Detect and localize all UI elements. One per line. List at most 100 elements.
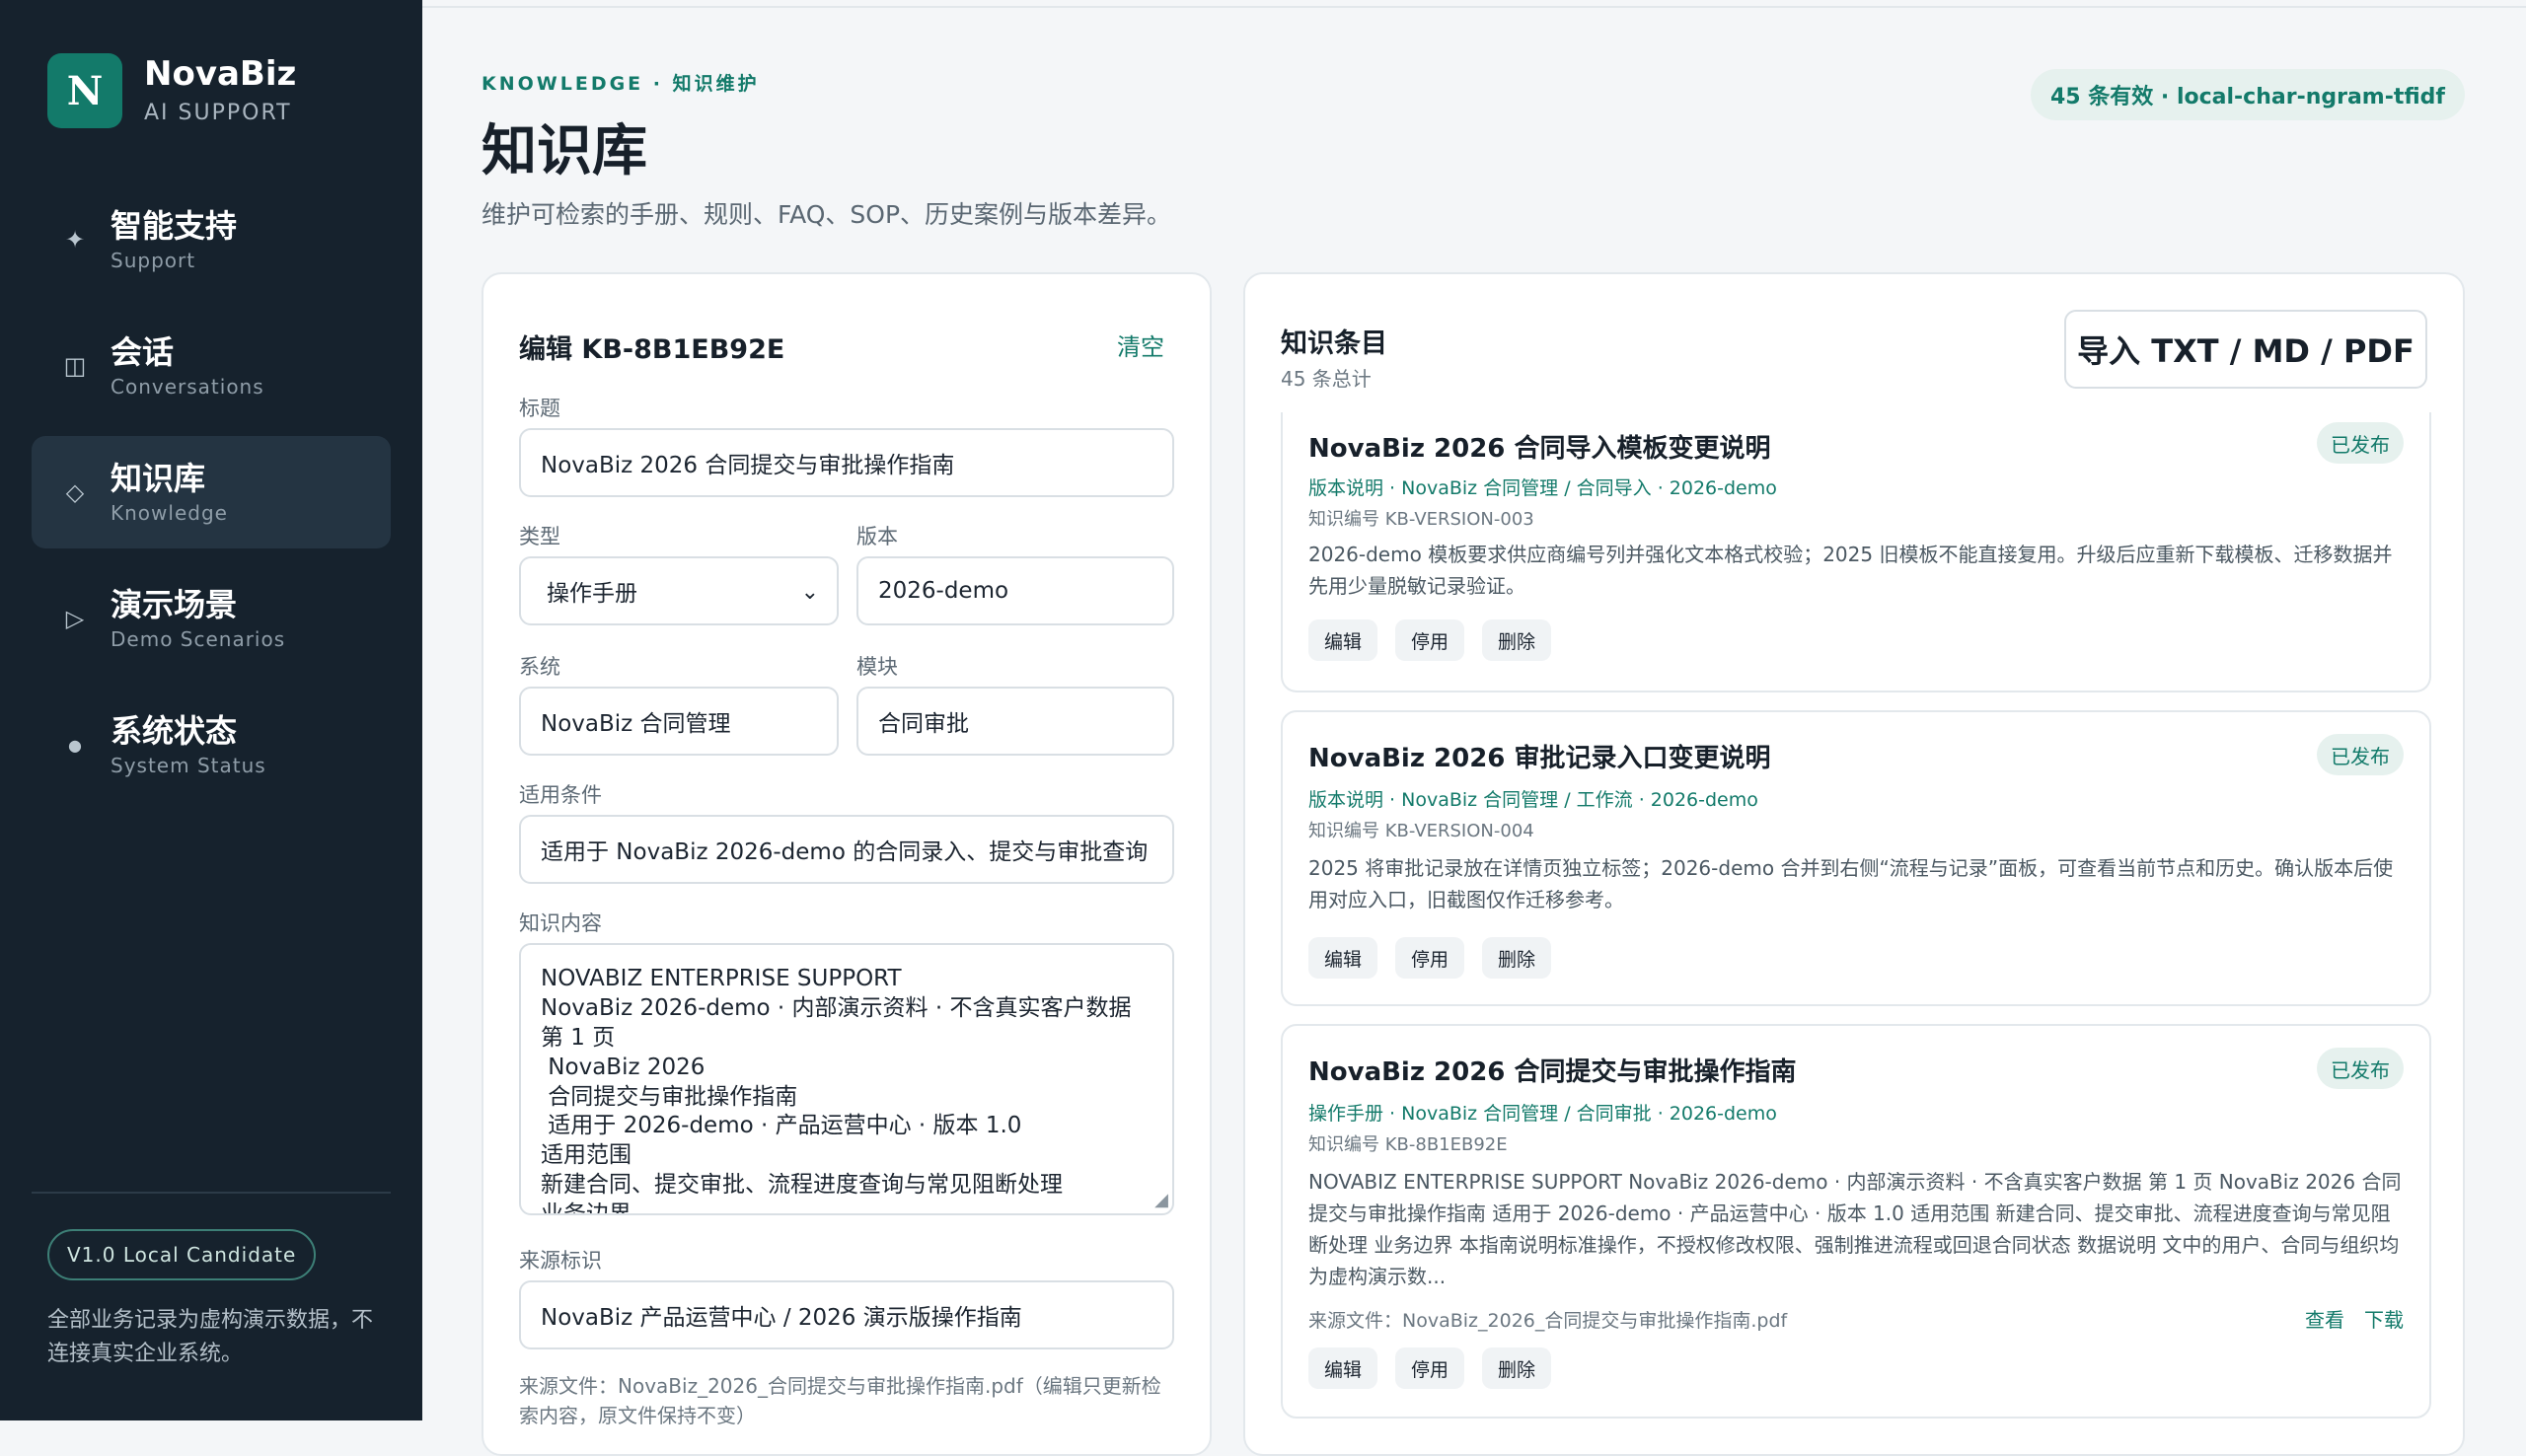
knowledge-entry[interactable]: NovaBiz 2026 审批记录入口变更说明 已发布 版本说明 · NovaB… bbox=[1281, 710, 2431, 1006]
nav-item-subtitle: System Status bbox=[111, 754, 266, 778]
disclaimer-text: 全部业务记录为虚构演示数据，不连接真实企业系统。 bbox=[47, 1308, 374, 1367]
system-label: 系统 bbox=[519, 655, 560, 679]
knowledge-entry[interactable]: NovaBiz 2026 合同提交与审批操作指南 已发布 操作手册 · Nova… bbox=[1281, 1024, 2431, 1419]
version-label: 版本 bbox=[856, 525, 898, 548]
page-title: 知识库 bbox=[482, 118, 647, 183]
entry-title: NovaBiz 2026 审批记录入口变更说明 bbox=[1308, 744, 1771, 773]
condition-label: 适用条件 bbox=[519, 783, 602, 807]
nav-item-conversations[interactable]: ◫ 会话 Conversations bbox=[32, 310, 391, 422]
nav-item-subtitle: Conversations bbox=[111, 375, 264, 400]
version-input[interactable]: 2026-demo bbox=[856, 556, 1174, 625]
top-divider bbox=[422, 6, 2526, 8]
chevron-down-icon: ⌄ bbox=[800, 580, 819, 605]
edit-button[interactable]: 编辑 bbox=[1308, 937, 1378, 979]
entry-title: NovaBiz 2026 合同导入模板变更说明 bbox=[1308, 434, 1771, 464]
delete-button[interactable]: 删除 bbox=[1482, 937, 1552, 979]
type-select[interactable]: 操作手册 ⌄ bbox=[519, 556, 839, 625]
entry-id: 知识编号 KB-VERSION-003 bbox=[1308, 509, 1534, 530]
title-label: 标题 bbox=[519, 397, 560, 420]
nav-item-title: 智能支持 bbox=[111, 206, 238, 245]
disable-button[interactable]: 停用 bbox=[1395, 1347, 1465, 1389]
source-file-note: 来源文件：NovaBiz_2026_合同提交与审批操作指南.pdf（编辑只更新检… bbox=[519, 1374, 1161, 1427]
view-link[interactable]: 查看 bbox=[2305, 1304, 2344, 1333]
sidebar-nav: ✦ 智能支持 Support ◫ 会话 Conversations ◇ 知识库 … bbox=[32, 183, 391, 815]
content-line: NovaBiz 2026 bbox=[541, 1054, 706, 1080]
delete-button[interactable]: 删除 bbox=[1482, 619, 1552, 661]
page-description: 维护可检索的手册、规则、FAQ、SOP、历史案例与版本差异。 bbox=[482, 200, 1172, 229]
sidebar-divider bbox=[32, 1192, 391, 1194]
content-line: 适用于 2026-demo · 产品运营中心 · 版本 1.0 bbox=[541, 1113, 1022, 1139]
brand-subtitle: AI SUPPORT bbox=[144, 101, 292, 126]
entry-body: NOVABIZ ENTERPRISE SUPPORT NovaBiz 2026-… bbox=[1308, 1170, 2402, 1288]
entry-meta: 版本说明 · NovaBiz 合同管理 / 工作流 · 2026-demo bbox=[1308, 789, 1758, 811]
system-input[interactable]: NovaBiz 合同管理 bbox=[519, 687, 839, 756]
disable-button[interactable]: 停用 bbox=[1395, 619, 1465, 661]
brand-name: NovaBiz bbox=[144, 53, 297, 94]
diamond-icon: ◇ bbox=[65, 478, 85, 506]
page-eyebrow: KNOWLEDGE · 知识维护 bbox=[482, 73, 760, 95]
content-line: 第 1 页 bbox=[541, 1024, 616, 1051]
nav-item-system-status[interactable]: ● 系统状态 System Status bbox=[32, 689, 391, 801]
condition-input[interactable]: 适用于 NovaBiz 2026-demo 的合同录入、提交与审批查询 bbox=[519, 815, 1174, 884]
nav-item-knowledge[interactable]: ◇ 知识库 Knowledge bbox=[32, 436, 391, 548]
dot-icon: ● bbox=[68, 735, 82, 755]
content-label: 知识内容 bbox=[519, 911, 602, 935]
nav-item-title: 演示场景 bbox=[111, 585, 238, 623]
entry-id: 知识编号 KB-VERSION-004 bbox=[1308, 821, 1534, 841]
content-line: 业务边界 bbox=[541, 1201, 632, 1215]
entry-id: 知识编号 KB-8B1EB92E bbox=[1308, 1134, 1508, 1155]
list-heading: 知识条目 bbox=[1281, 328, 1387, 359]
content-line: 新建合同、提交审批、流程进度查询与常见阻断处理 bbox=[541, 1172, 1063, 1199]
nav-item-subtitle: Knowledge bbox=[111, 501, 228, 526]
entry-title: NovaBiz 2026 合同提交与审批操作指南 bbox=[1308, 1057, 1797, 1087]
panel-icon: ◫ bbox=[63, 352, 87, 380]
knowledge-list-panel: 知识条目 45 条总计 导入 TXT / MD / PDF NovaBiz 20… bbox=[1243, 272, 2465, 1456]
module-label: 模块 bbox=[856, 655, 898, 679]
entry-body: 2025 将审批记录放在详情页独立标签；2026-demo 合并到右侧“流程与记… bbox=[1308, 856, 2394, 911]
sidebar: N NovaBiz AI SUPPORT ✦ 智能支持 Support ◫ 会话… bbox=[0, 0, 422, 1420]
nav-item-support[interactable]: ✦ 智能支持 Support bbox=[32, 183, 391, 296]
content-line: NOVABIZ ENTERPRISE SUPPORT bbox=[541, 966, 902, 991]
knowledge-entry[interactable]: NovaBiz 2026 合同导入模板变更说明 已发布 版本说明 · NovaB… bbox=[1281, 412, 2431, 692]
entry-meta: 操作手册 · NovaBiz 合同管理 / 合同审批 · 2026-demo bbox=[1308, 1103, 1777, 1125]
source-label: 来源标识 bbox=[519, 1249, 602, 1273]
edit-button[interactable]: 编辑 bbox=[1308, 619, 1378, 661]
list-count: 45 条总计 bbox=[1281, 367, 1372, 391]
content-line: NovaBiz 2026-demo · 内部演示资料 · 不含真实客户数据 bbox=[541, 994, 1132, 1021]
import-button[interactable]: 导入 TXT / MD / PDF bbox=[2064, 310, 2427, 389]
entry-source-file: 来源文件：NovaBiz_2026_合同提交与审批操作指南.pdf bbox=[1308, 1310, 1788, 1332]
status-badge: 已发布 bbox=[2317, 1048, 2404, 1089]
title-input[interactable]: NovaBiz 2026 合同提交与审批操作指南 bbox=[519, 428, 1174, 497]
index-stats-badge: 45 条有效 · local-char-ngram-tfidf bbox=[2031, 69, 2465, 120]
nav-item-demo-scenarios[interactable]: ▷ 演示场景 Demo Scenarios bbox=[32, 562, 391, 675]
status-badge: 已发布 bbox=[2317, 734, 2404, 775]
nav-item-title: 知识库 bbox=[111, 459, 206, 497]
content-line: 适用范围 bbox=[541, 1142, 632, 1169]
content-textarea[interactable]: NOVABIZ ENTERPRISE SUPPORT NovaBiz 2026-… bbox=[519, 943, 1174, 1215]
entry-meta: 版本说明 · NovaBiz 合同管理 / 合同导入 · 2026-demo bbox=[1308, 477, 1777, 499]
download-link[interactable]: 下载 bbox=[2364, 1304, 2404, 1333]
brand[interactable]: N NovaBiz AI SUPPORT bbox=[47, 53, 296, 128]
play-icon: ▷ bbox=[65, 605, 85, 632]
delete-button[interactable]: 删除 bbox=[1482, 1347, 1552, 1389]
edit-button[interactable]: 编辑 bbox=[1308, 1347, 1378, 1389]
clear-button[interactable]: 清空 bbox=[1117, 328, 1164, 362]
status-badge: 已发布 bbox=[2317, 422, 2404, 464]
version-badge: V1.0 Local Candidate bbox=[47, 1229, 317, 1280]
editor-panel: 编辑 KB-8B1EB92E 清空 标题 NovaBiz 2026 合同提交与审… bbox=[482, 272, 1212, 1456]
resize-handle-icon[interactable]: ◢ bbox=[1154, 1189, 1168, 1211]
nav-item-title: 系统状态 bbox=[111, 711, 238, 750]
disable-button[interactable]: 停用 bbox=[1395, 937, 1465, 979]
nav-item-title: 会话 bbox=[111, 332, 175, 371]
content-line: 合同提交与审批操作指南 bbox=[541, 1083, 798, 1110]
sparkle-icon: ✦ bbox=[64, 226, 86, 254]
entry-body: 2026-demo 模板要求供应商编号列并强化文本格式校验；2025 旧模板不能… bbox=[1308, 543, 2393, 598]
type-label: 类型 bbox=[519, 525, 560, 548]
source-input[interactable]: NovaBiz 产品运营中心 / 2026 演示版操作指南 bbox=[519, 1280, 1174, 1349]
nav-item-subtitle: Support bbox=[111, 249, 196, 273]
brand-logo: N bbox=[47, 53, 122, 128]
module-input[interactable]: 合同审批 bbox=[856, 687, 1174, 756]
type-select-value: 操作手册 bbox=[547, 581, 637, 607]
nav-item-subtitle: Demo Scenarios bbox=[111, 627, 286, 652]
editor-heading: 编辑 KB-8B1EB92E bbox=[519, 334, 785, 365]
